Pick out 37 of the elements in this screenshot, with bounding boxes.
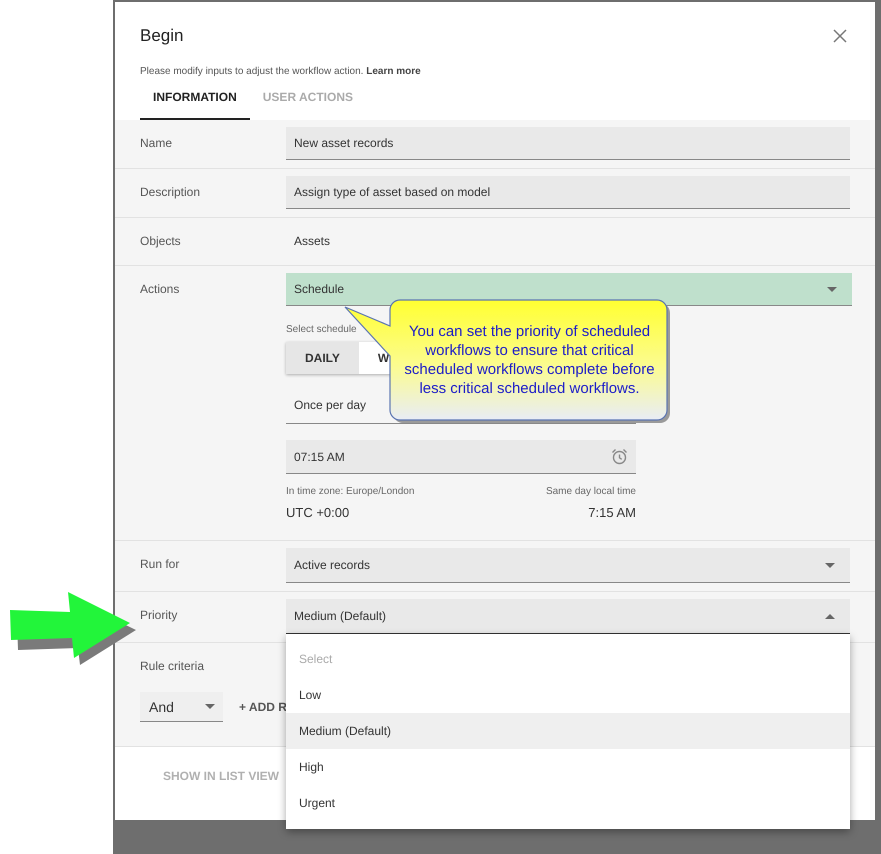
menu-option: Select bbox=[286, 641, 850, 677]
close-button[interactable] bbox=[832, 28, 848, 44]
row-label: Objects bbox=[140, 233, 181, 250]
text-field[interactable]: New asset records bbox=[286, 127, 850, 160]
dropdown-field[interactable]: Active records bbox=[286, 548, 850, 583]
local-time-label: Same day local time bbox=[546, 486, 636, 497]
row-label: Description bbox=[140, 184, 200, 201]
text-field[interactable]: Assign type of asset based on model bbox=[286, 176, 850, 209]
field-value: Assets bbox=[293, 233, 330, 250]
operator-select[interactable]: And bbox=[140, 692, 223, 722]
row-label: Run for bbox=[140, 556, 180, 573]
local-time: 7:15 AM bbox=[588, 505, 636, 520]
utc-offset: UTC +0:00 bbox=[286, 505, 350, 520]
dialog-subtitle: Please modify inputs to adjust the workflow action. Learn more bbox=[140, 66, 421, 78]
row-label: Name bbox=[140, 135, 172, 152]
add-rule-button[interactable]: + ADD R bbox=[239, 700, 287, 714]
menu-option[interactable]: Urgent bbox=[286, 785, 850, 821]
field-label: Select schedule bbox=[286, 324, 357, 335]
time-field[interactable]: 07:15 AM bbox=[286, 440, 636, 474]
caret-icon bbox=[825, 614, 835, 618]
row-label: Priority bbox=[140, 607, 178, 624]
timezone-label: In time zone: Europe/London bbox=[286, 486, 414, 497]
dropdown-field[interactable]: Medium (Default) bbox=[286, 599, 850, 634]
menu-option[interactable]: Low bbox=[286, 677, 850, 713]
schedule-tab[interactable]: DAILY bbox=[286, 342, 359, 374]
caret-icon bbox=[205, 704, 215, 709]
dropdown-field[interactable]: Schedule bbox=[286, 273, 852, 306]
menu-option[interactable]: High bbox=[286, 749, 850, 785]
learn-more-link[interactable]: Learn more bbox=[366, 66, 421, 77]
dialog-title: Begin bbox=[140, 26, 184, 46]
menu-option[interactable]: Medium (Default) bbox=[286, 713, 850, 749]
caret-icon bbox=[825, 562, 835, 568]
alarm-clock-icon bbox=[611, 448, 628, 465]
row-label: Rule criteria bbox=[140, 658, 204, 675]
close-icon bbox=[832, 28, 848, 44]
caret-icon bbox=[827, 286, 837, 292]
row-label: Actions bbox=[140, 281, 180, 298]
